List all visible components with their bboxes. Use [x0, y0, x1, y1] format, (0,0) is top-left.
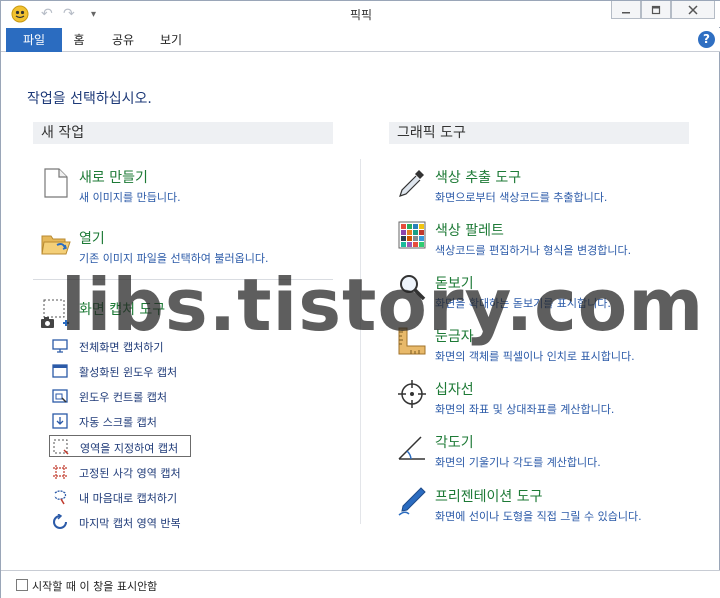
- magnifier-icon: [400, 275, 426, 301]
- magnifier-item[interactable]: 돋보기 화면을 확대하는 돋보기를 표시합니다.: [397, 273, 697, 313]
- capture-window-control[interactable]: 윈도우 컨트롤 캡처: [49, 385, 191, 407]
- protractor-item[interactable]: 각도기 화면의 기울기나 각도를 계산합니다.: [397, 432, 697, 472]
- open-desc: 기존 이미지 파일을 선택하여 불러옵니다.: [79, 252, 269, 265]
- footer-bar: 시작할 때 이 창을 표시안함: [1, 570, 720, 598]
- capture-repeat-last[interactable]: 마지막 캡처 영역 반복: [49, 511, 191, 533]
- ruler-item[interactable]: 눈금자 화면의 객체를 픽셀이나 인치로 표시합니다.: [397, 326, 697, 366]
- tool-desc: 색상코드를 편집하거나 형식을 변경합니다.: [435, 244, 632, 257]
- tool-title: 색상 팔레트: [435, 223, 504, 239]
- screen-capture-title: 화면 캡처 도구: [79, 302, 166, 318]
- tool-desc: 화면의 기울기나 각도를 계산합니다.: [435, 456, 601, 469]
- title-bar: ↶ ↷ ▾ 픽픽: [1, 1, 720, 27]
- fixed-region-icon: [53, 465, 67, 479]
- open-folder-icon: [41, 235, 71, 255]
- capture-item-label: 고정된 사각 영역 캡처: [79, 467, 181, 480]
- palette-icon: [398, 221, 426, 249]
- new-image-title: 새로 만들기: [79, 170, 148, 186]
- new-task-heading: 새 작업: [33, 122, 333, 144]
- new-document-icon: [44, 168, 68, 198]
- close-icon: [688, 4, 698, 15]
- presentation-tool-item[interactable]: 프리젠테이션 도구 화면에 선이나 도형을 직접 그릴 수 있습니다.: [397, 486, 697, 526]
- region-icon: [53, 439, 69, 455]
- app-window: ↶ ↷ ▾ 픽픽 파일 홈 공유 보기 ? 작업을 선택하십시오. 새 작업 그…: [0, 0, 720, 598]
- column-divider: [360, 159, 361, 524]
- tab-file[interactable]: 파일: [6, 28, 62, 52]
- tool-desc: 화면의 좌표 및 상대좌표를 계산합니다.: [435, 403, 615, 416]
- color-palette-item[interactable]: 색상 팔레트 색상코드를 편집하거나 형식을 변경합니다.: [397, 220, 697, 260]
- capture-item-label: 영역을 지정하여 캡처: [80, 442, 179, 455]
- new-image-item[interactable]: 새로 만들기 새 이미지를 만듭니다.: [41, 167, 331, 207]
- crosshair-item[interactable]: 십자선 화면의 좌표 및 상대좌표를 계산합니다.: [397, 379, 697, 419]
- capture-item-label: 마지막 캡처 영역 반복: [79, 517, 181, 530]
- tool-title: 돋보기: [435, 276, 474, 292]
- tool-title: 십자선: [435, 382, 474, 398]
- crosshair-icon: [398, 380, 426, 408]
- hide-on-start-label[interactable]: 시작할 때 이 창을 표시안함: [32, 578, 157, 594]
- capture-item-label: 활성화된 윈도우 캡처: [79, 366, 178, 379]
- open-title: 열기: [79, 231, 105, 247]
- scroll-capture-icon: [52, 413, 68, 429]
- ribbon-tabs: 파일 홈 공유 보기 ?: [1, 28, 720, 52]
- freehand-icon: [54, 490, 67, 505]
- monitor-icon: [52, 339, 68, 353]
- eyedropper-icon: [399, 170, 424, 197]
- capture-item-label: 내 마음대로 캡처하기: [79, 492, 178, 505]
- ruler-icon: [398, 327, 426, 355]
- window-control-icon: [52, 389, 68, 403]
- open-image-item[interactable]: 열기 기존 이미지 파일을 선택하여 불러옵니다.: [41, 228, 331, 268]
- capture-item-label: 전체화면 캡처하기: [79, 341, 164, 354]
- help-icon[interactable]: ?: [698, 31, 715, 48]
- tool-desc: 화면에 선이나 도형을 직접 그릴 수 있습니다.: [435, 510, 642, 523]
- graphic-tools-heading: 그래픽 도구: [389, 122, 689, 144]
- minimize-button[interactable]: [611, 1, 641, 19]
- tool-title: 눈금자: [435, 329, 474, 345]
- window-icon: [52, 364, 68, 378]
- screen-capture-icon: [41, 299, 69, 328]
- maximize-button[interactable]: [641, 1, 671, 19]
- capture-region[interactable]: 영역을 지정하여 캡처: [49, 435, 191, 457]
- close-button[interactable]: [671, 1, 715, 19]
- tool-title: 각도기: [435, 435, 474, 451]
- tool-title: 프리젠테이션 도구: [435, 489, 543, 505]
- capture-item-label: 자동 스크롤 캡처: [79, 416, 157, 429]
- tool-title: 색상 추출 도구: [435, 170, 522, 186]
- minimize-icon: [622, 11, 630, 13]
- window-controls: [611, 1, 715, 19]
- maximize-icon: [651, 5, 661, 14]
- tool-desc: 화면의 객체를 픽셀이나 인치로 표시합니다.: [435, 350, 635, 363]
- protractor-icon: [398, 436, 425, 460]
- hide-on-start-checkbox[interactable]: [16, 579, 28, 591]
- capture-freehand[interactable]: 내 마음대로 캡처하기: [49, 486, 191, 508]
- repeat-icon: [53, 514, 67, 529]
- color-picker-item[interactable]: 색상 추출 도구 화면으로부터 색상코드를 추출합니다.: [397, 167, 697, 207]
- new-image-desc: 새 이미지를 만듭니다.: [79, 191, 181, 204]
- capture-auto-scroll[interactable]: 자동 스크롤 캡처: [49, 410, 191, 432]
- screen-capture-header: 화면 캡처 도구: [41, 299, 331, 329]
- section-divider: [33, 279, 333, 280]
- tab-home[interactable]: 홈: [62, 28, 96, 52]
- capture-item-label: 윈도우 컨트롤 캡처: [79, 391, 167, 404]
- page-prompt: 작업을 선택하십시오.: [27, 91, 152, 107]
- pen-icon: [398, 487, 426, 516]
- tab-share[interactable]: 공유: [104, 28, 142, 52]
- capture-active-window[interactable]: 활성화된 윈도우 캡처: [49, 360, 191, 382]
- capture-fixed-region[interactable]: 고정된 사각 영역 캡처: [49, 461, 191, 483]
- capture-fullscreen[interactable]: 전체화면 캡처하기: [49, 335, 191, 357]
- tool-desc: 화면으로부터 색상코드를 추출합니다.: [435, 191, 608, 204]
- tool-desc: 화면을 확대하는 돋보기를 표시합니다.: [435, 297, 611, 310]
- tab-view[interactable]: 보기: [152, 28, 190, 52]
